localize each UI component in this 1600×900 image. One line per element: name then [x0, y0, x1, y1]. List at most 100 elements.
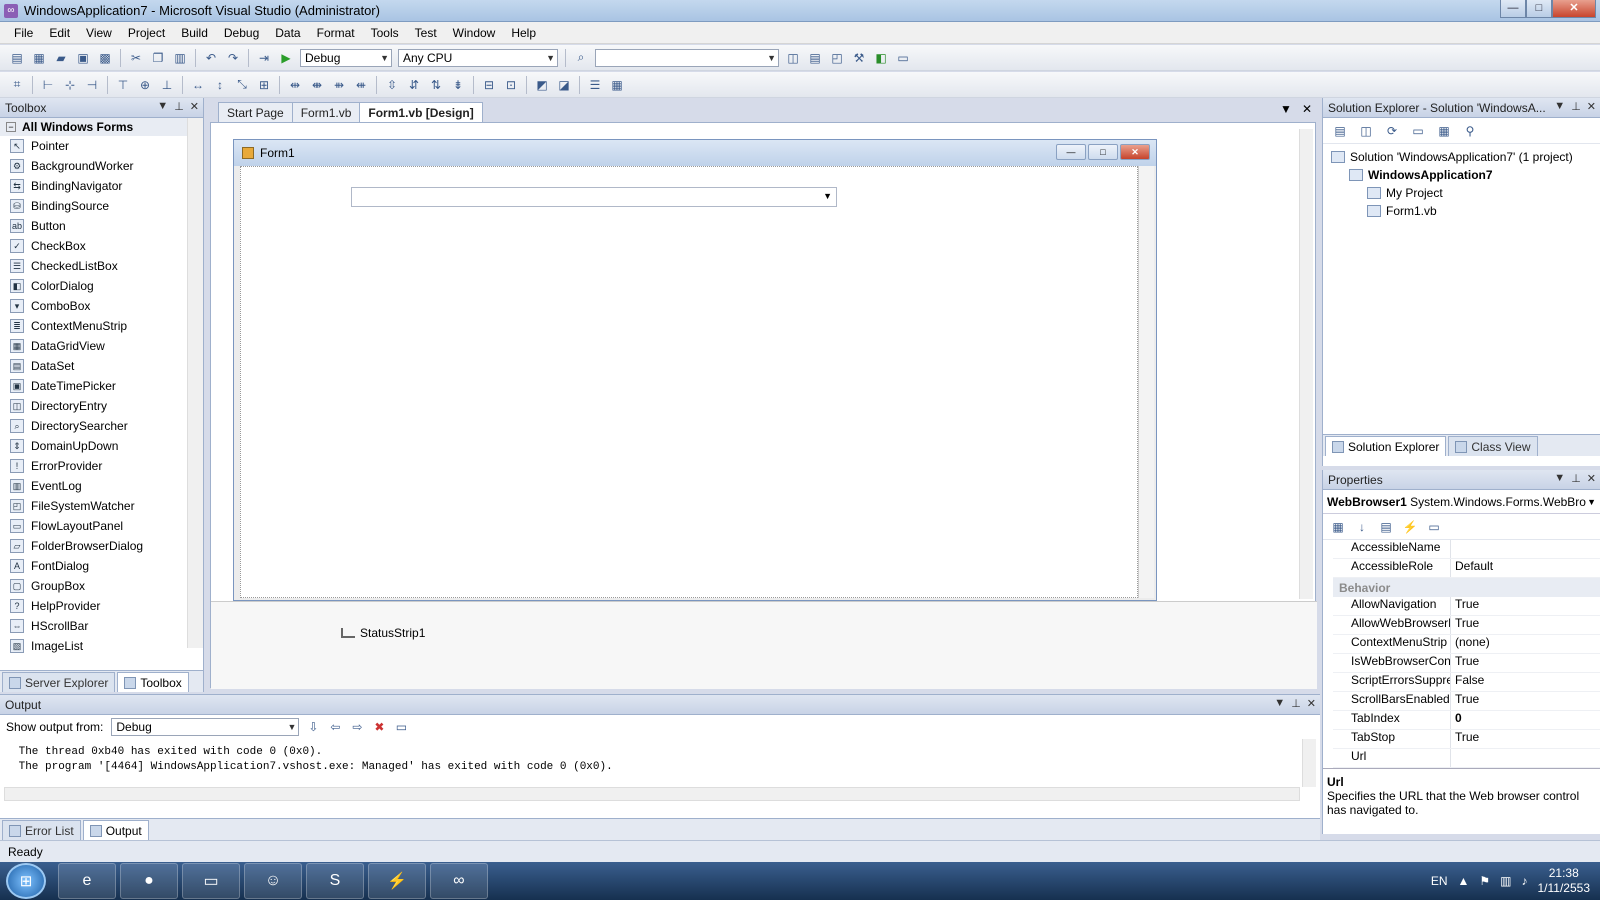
- toolbox-item[interactable]: ⇆ BindingNavigator: [0, 176, 203, 196]
- make-same-size-icon[interactable]: ⤡: [232, 75, 252, 95]
- language-indicator[interactable]: EN: [1431, 874, 1448, 888]
- menu-format[interactable]: Format: [309, 26, 363, 40]
- tab-order-icon[interactable]: ☰: [585, 75, 605, 95]
- toolbox-item[interactable]: ▣ DateTimePicker: [0, 376, 203, 396]
- solution-tab-solution-explorer[interactable]: Solution Explorer: [1325, 436, 1447, 456]
- property-row[interactable]: ScriptErrorsSuppresseFalse: [1333, 673, 1600, 692]
- messenger-icon[interactable]: ☺: [244, 863, 302, 899]
- close-icon[interactable]: ✕: [1587, 472, 1596, 485]
- output-hscrollbar[interactable]: [4, 787, 1300, 801]
- property-value[interactable]: Default: [1451, 559, 1493, 577]
- toolbox-item[interactable]: ? HelpProvider: [0, 596, 203, 616]
- output-tab-error-list[interactable]: Error List: [2, 820, 81, 840]
- webbrowser1-control[interactable]: ▼: [240, 166, 1138, 598]
- property-row[interactable]: AccessibleName: [1333, 540, 1600, 559]
- view-code-icon[interactable]: ▭: [1408, 121, 1428, 141]
- close-icon[interactable]: ✕: [1587, 100, 1596, 113]
- solution-explorer-icon[interactable]: ◫: [783, 48, 803, 68]
- action-center-icon[interactable]: ⚑: [1479, 874, 1490, 888]
- toolbox-item[interactable]: A FontDialog: [0, 556, 203, 576]
- pin-icon[interactable]: ⊥: [1291, 697, 1301, 710]
- toolbox-item[interactable]: ⛁ BindingSource: [0, 196, 203, 216]
- property-row[interactable]: AccessibleRole Default: [1333, 559, 1600, 578]
- property-value[interactable]: 0: [1451, 711, 1462, 729]
- menu-data[interactable]: Data: [267, 26, 308, 40]
- volume-icon[interactable]: ♪: [1522, 874, 1528, 888]
- property-pages-icon[interactable]: ▭: [1424, 517, 1444, 537]
- align-to-grid-icon[interactable]: ⌗: [7, 75, 27, 95]
- menu-project[interactable]: Project: [120, 26, 173, 40]
- property-row[interactable]: TabStop True: [1333, 730, 1600, 749]
- dropdown-icon[interactable]: ▼: [157, 100, 168, 113]
- property-value[interactable]: True: [1451, 616, 1479, 634]
- align-rights-icon[interactable]: ⊣: [82, 75, 102, 95]
- dropdown-icon[interactable]: ▼: [1554, 472, 1565, 485]
- go-previous-icon[interactable]: ⇦: [325, 717, 345, 737]
- property-value[interactable]: True: [1451, 692, 1479, 710]
- lock-controls-icon[interactable]: ▦: [607, 75, 627, 95]
- center-horizontally-icon[interactable]: ⊟: [479, 75, 499, 95]
- show-hidden-icons[interactable]: ▲: [1458, 874, 1470, 888]
- toolbox-item[interactable]: ▤ DataSet: [0, 356, 203, 376]
- paste-icon[interactable]: ▥: [170, 48, 190, 68]
- undo-icon[interactable]: ↶: [201, 48, 221, 68]
- dropdown-icon[interactable]: ▼: [1274, 697, 1285, 710]
- start-button[interactable]: ⊞: [6, 863, 46, 899]
- h-spacing-remove-icon[interactable]: ⇺: [351, 75, 371, 95]
- show-all-files-icon[interactable]: ◫: [1356, 121, 1376, 141]
- redo-icon[interactable]: ↷: [223, 48, 243, 68]
- form1-window[interactable]: Form1 — □ ✕ ▼: [233, 139, 1157, 601]
- h-spacing-decrease-icon[interactable]: ⇻: [329, 75, 349, 95]
- close-icon[interactable]: ✕: [1307, 697, 1316, 710]
- properties-view-icon[interactable]: ▤: [1376, 517, 1396, 537]
- object-selector[interactable]: WebBrowser1 System.Windows.Forms.WebBro …: [1323, 490, 1600, 514]
- network-icon[interactable]: ▥: [1500, 874, 1511, 888]
- find-message-icon[interactable]: ⇩: [303, 717, 323, 737]
- go-next-icon[interactable]: ⇨: [347, 717, 367, 737]
- menu-tools[interactable]: Tools: [363, 26, 407, 40]
- start-debugging-icon[interactable]: ▶: [276, 48, 296, 68]
- toolbox-item[interactable]: ab Button: [0, 216, 203, 236]
- solution-tree-node[interactable]: Solution 'WindowsApplication7' (1 projec…: [1331, 148, 1600, 166]
- show-output-combo[interactable]: Debug ▼: [111, 718, 300, 736]
- save-icon[interactable]: ▣: [73, 48, 93, 68]
- alphabetical-icon[interactable]: ↓: [1352, 517, 1372, 537]
- h-spacing-equal-icon[interactable]: ⇹: [285, 75, 305, 95]
- make-same-height-icon[interactable]: ↕: [210, 75, 230, 95]
- align-lefts-icon[interactable]: ⊢: [38, 75, 58, 95]
- h-spacing-increase-icon[interactable]: ⇼: [307, 75, 327, 95]
- close-document-icon[interactable]: ✕: [1302, 102, 1312, 116]
- send-to-back-icon[interactable]: ◪: [554, 75, 574, 95]
- internet-explorer-icon[interactable]: e: [58, 863, 116, 899]
- pin-icon[interactable]: ⊥: [174, 100, 184, 113]
- toolbox-item[interactable]: ⇕ DomainUpDown: [0, 436, 203, 456]
- align-tops-icon[interactable]: ⊤: [113, 75, 133, 95]
- close-button[interactable]: ✕: [1552, 0, 1596, 18]
- toolbox-item[interactable]: ⌕ DirectorySearcher: [0, 416, 203, 436]
- file-explorer-icon[interactable]: ▭: [182, 863, 240, 899]
- cut-icon[interactable]: ✂: [126, 48, 146, 68]
- v-spacing-decrease-icon[interactable]: ⇅: [426, 75, 446, 95]
- skype-icon[interactable]: S: [306, 863, 364, 899]
- output-vscrollbar[interactable]: [1302, 739, 1316, 787]
- active-files-icon[interactable]: ▼: [1280, 102, 1292, 116]
- toolbox-item[interactable]: ≣ ContextMenuStrip: [0, 316, 203, 336]
- toolbox-item[interactable]: ▧ ImageList: [0, 636, 203, 656]
- align-middles-icon[interactable]: ⊕: [135, 75, 155, 95]
- menu-debug[interactable]: Debug: [216, 26, 267, 40]
- properties-icon[interactable]: ▤: [1330, 121, 1350, 141]
- menu-build[interactable]: Build: [173, 26, 216, 40]
- maximize-button[interactable]: □: [1526, 0, 1552, 18]
- start-page-icon[interactable]: ◧: [871, 48, 891, 68]
- add-item-icon[interactable]: ▦: [29, 48, 49, 68]
- view-designer-icon[interactable]: ▦: [1434, 121, 1454, 141]
- toolbox-item[interactable]: ▱ FolderBrowserDialog: [0, 536, 203, 556]
- property-value[interactable]: [1451, 749, 1455, 767]
- output-tab-output[interactable]: Output: [82, 820, 149, 840]
- view-class-diagram-icon[interactable]: ⚲: [1460, 121, 1480, 141]
- clock[interactable]: 21:38 1/11/2553: [1538, 866, 1591, 896]
- dropdown-icon[interactable]: ▼: [1554, 100, 1565, 113]
- designer-scrollbar[interactable]: [1299, 129, 1313, 599]
- doc-tab-form1-vb[interactable]: Form1.vb: [291, 102, 361, 122]
- v-spacing-increase-icon[interactable]: ⇵: [404, 75, 424, 95]
